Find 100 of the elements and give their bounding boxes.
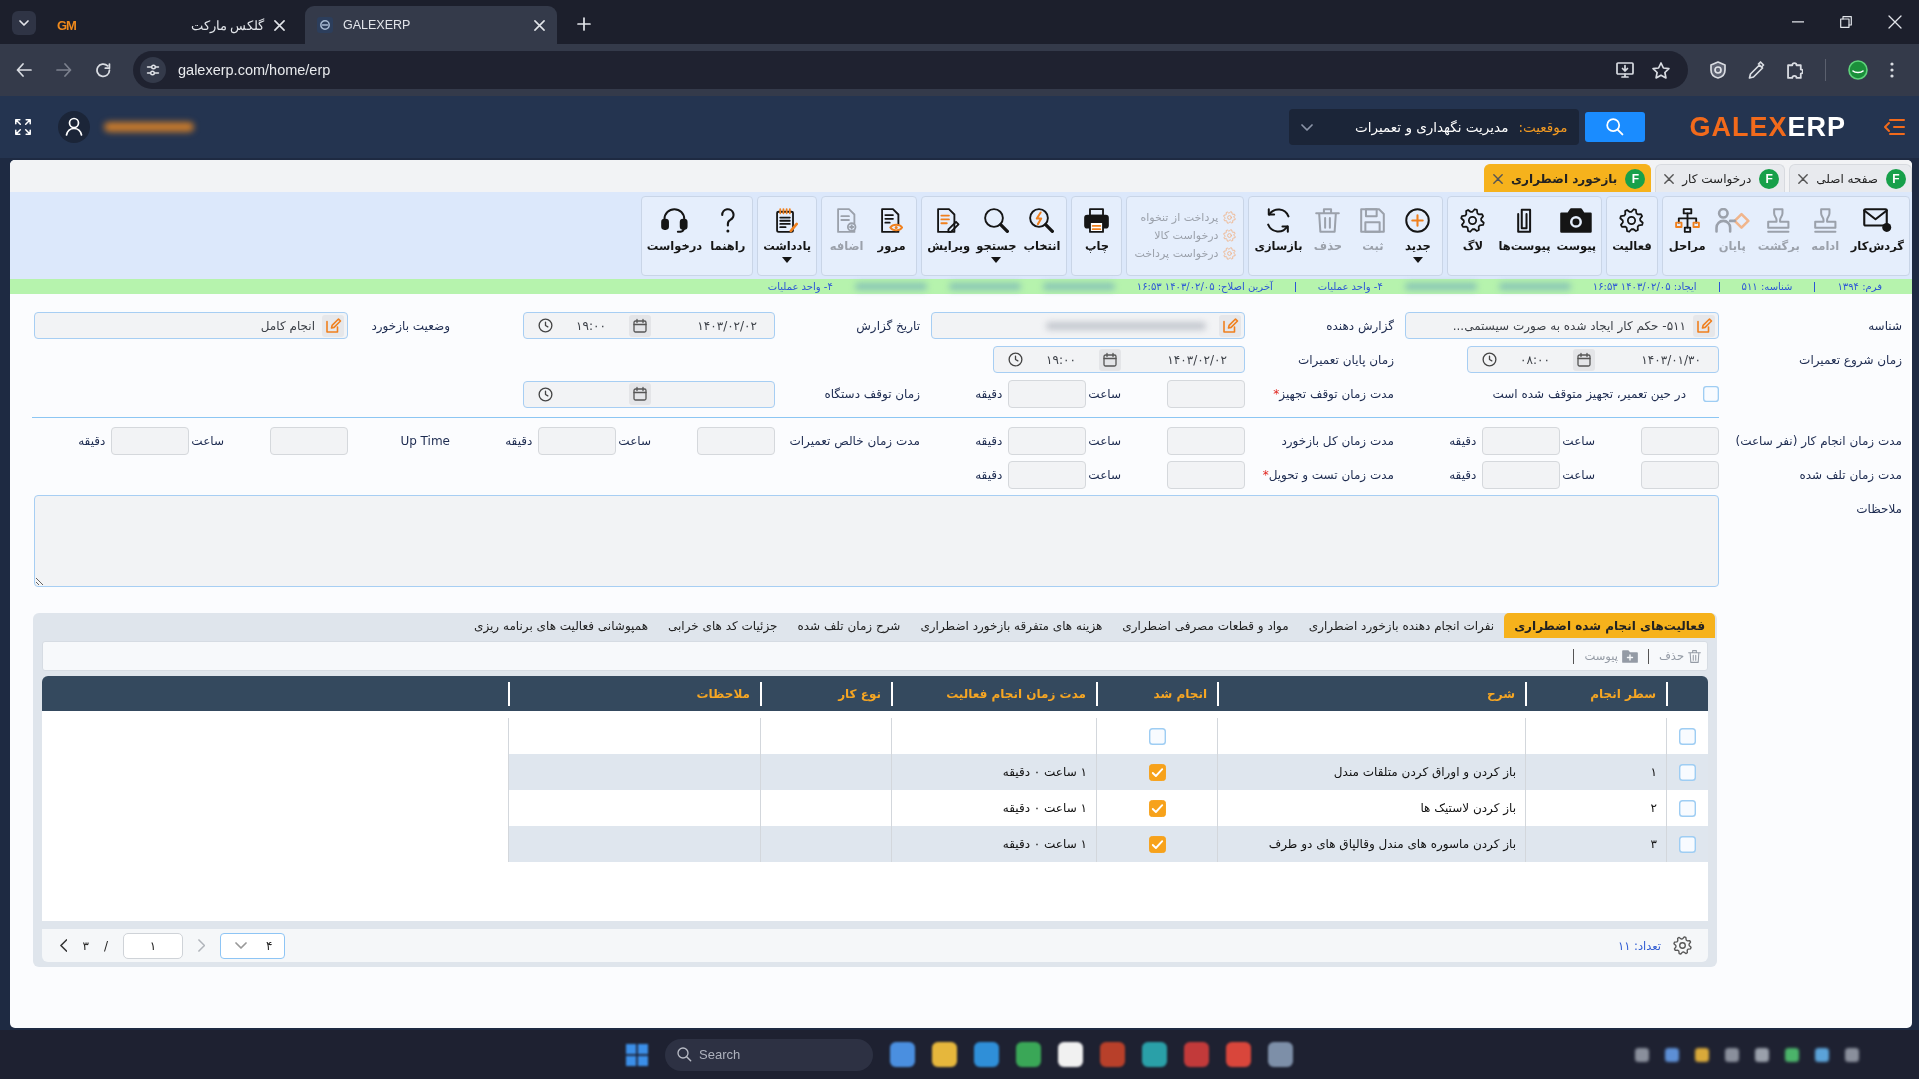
detail-tab[interactable]: شرح زمان تلف شده bbox=[787, 613, 911, 638]
app-icon[interactable] bbox=[974, 1042, 999, 1067]
toolbar-button[interactable]: جدید bbox=[1395, 198, 1441, 273]
app-icon[interactable] bbox=[1268, 1042, 1293, 1067]
toolbar-button[interactable]: گردش‌کار bbox=[1847, 198, 1907, 273]
toolbar-button[interactable]: جستجو bbox=[973, 198, 1020, 273]
hours-input[interactable] bbox=[1641, 427, 1719, 455]
shield-icon[interactable] bbox=[1710, 61, 1726, 79]
done-checkbox[interactable] bbox=[1148, 799, 1166, 817]
minimize-icon[interactable] bbox=[1792, 21, 1804, 23]
toolbar-button[interactable]: بازسازی bbox=[1251, 198, 1306, 273]
calendar-icon[interactable] bbox=[629, 383, 651, 405]
reload-icon[interactable] bbox=[96, 62, 111, 78]
detail-tab[interactable]: نفرات انجام دهنده بازخورد اضطراری bbox=[1298, 613, 1505, 638]
datetime-field[interactable]: ۱۴۰۳/۰۱/۳۰ ۰۸:۰۰ bbox=[1467, 346, 1719, 373]
profile-icon[interactable] bbox=[1848, 60, 1869, 80]
row-checkbox[interactable] bbox=[1679, 799, 1696, 817]
edit-icon[interactable] bbox=[322, 314, 344, 337]
app-icon[interactable] bbox=[1184, 1042, 1209, 1067]
hours-input[interactable] bbox=[1641, 461, 1719, 489]
column-header[interactable]: نوع کار bbox=[760, 681, 891, 706]
clock-icon[interactable] bbox=[1008, 352, 1023, 367]
done-checkbox[interactable] bbox=[1148, 835, 1166, 853]
app-icon[interactable] bbox=[932, 1042, 957, 1067]
page-input[interactable]: ۱ bbox=[122, 932, 183, 959]
more-icon[interactable] bbox=[1890, 62, 1895, 78]
hours-input[interactable] bbox=[270, 427, 348, 455]
search-button[interactable] bbox=[1585, 112, 1646, 142]
app-icon[interactable] bbox=[1142, 1042, 1167, 1067]
hours-input[interactable] bbox=[1167, 461, 1245, 489]
tray-icon[interactable] bbox=[1695, 1047, 1709, 1062]
toolbar-button[interactable]: ویرایش bbox=[924, 198, 974, 273]
toolbar-button[interactable]: فعالیت bbox=[1609, 198, 1655, 273]
detail-tab[interactable]: فعالیت‌های انجام شده اضطراری bbox=[1504, 613, 1715, 638]
location-field[interactable]: موقعیت: مدیریت نگهداری و تعمیرات bbox=[1289, 109, 1580, 145]
calendar-icon[interactable] bbox=[1099, 348, 1121, 371]
hours-input[interactable] bbox=[697, 427, 775, 455]
minutes-input[interactable] bbox=[538, 427, 617, 455]
tray-icon[interactable] bbox=[1755, 1047, 1769, 1062]
hours-input[interactable] bbox=[1167, 427, 1245, 455]
toolbar-button[interactable]: چاپ bbox=[1074, 198, 1120, 273]
start-icon[interactable] bbox=[626, 1043, 648, 1066]
edit-icon[interactable] bbox=[1219, 314, 1241, 337]
notes-field[interactable] bbox=[34, 495, 1719, 587]
datetime-field[interactable] bbox=[523, 380, 775, 408]
column-header[interactable]: شرح bbox=[1217, 681, 1525, 706]
toolbar-button[interactable]: یادداشت bbox=[760, 198, 815, 273]
column-header[interactable]: سطر انجام bbox=[1525, 681, 1666, 706]
page-size-select[interactable]: ۴ bbox=[220, 932, 286, 959]
column-header[interactable]: ملاحظات bbox=[508, 681, 760, 706]
toolbar-button[interactable]: پیوست‌ها bbox=[1495, 198, 1554, 273]
restore-icon[interactable] bbox=[1840, 16, 1852, 28]
tray-icon[interactable] bbox=[1815, 1047, 1829, 1062]
toolbar-button[interactable]: مرور bbox=[869, 198, 915, 273]
expand-icon[interactable] bbox=[14, 118, 32, 136]
toolbar-button[interactable]: راهنما bbox=[705, 198, 751, 273]
site-settings-icon[interactable] bbox=[140, 57, 166, 83]
clock-icon[interactable] bbox=[1482, 352, 1497, 367]
column-header[interactable]: انجام شد bbox=[1096, 681, 1217, 706]
app-icon[interactable] bbox=[890, 1042, 915, 1067]
row-checkbox[interactable] bbox=[1679, 763, 1696, 781]
datetime-field[interactable]: ۱۴۰۳/۰۲/۰۲ ۱۹:۰۰ bbox=[523, 312, 775, 339]
toolbar-button[interactable]: درخواست bbox=[643, 198, 706, 273]
close-icon[interactable] bbox=[1798, 173, 1809, 184]
pen-icon[interactable] bbox=[1748, 61, 1765, 79]
calendar-icon[interactable] bbox=[1573, 348, 1595, 371]
chevron-down-icon[interactable] bbox=[12, 11, 36, 35]
toolbar-button[interactable]: مراحل bbox=[1664, 198, 1710, 273]
toolbar-button[interactable]: لاگ bbox=[1450, 198, 1496, 273]
toolbar-button[interactable]: پیوست bbox=[1553, 198, 1600, 273]
gear-icon[interactable] bbox=[1673, 936, 1692, 955]
app-icon[interactable] bbox=[1226, 1042, 1251, 1067]
minutes-input[interactable] bbox=[1008, 427, 1087, 455]
detail-tab[interactable]: هزینه های متفرقه بازخورد اضطراری bbox=[910, 613, 1113, 638]
tray-icon[interactable] bbox=[1785, 1047, 1799, 1062]
lookup-field[interactable] bbox=[931, 312, 1245, 339]
detail-tab[interactable]: همپوشانی فعالیت های برنامه ریزی bbox=[464, 613, 658, 638]
minutes-input[interactable] bbox=[111, 427, 190, 455]
done-checkbox[interactable] bbox=[1148, 727, 1166, 745]
taskbar-search-field[interactable]: Search bbox=[665, 1038, 873, 1071]
detail-tab[interactable]: جزئیات کد های خرابی bbox=[657, 613, 788, 638]
app-icon[interactable] bbox=[1016, 1042, 1041, 1067]
hours-input[interactable] bbox=[1167, 380, 1245, 408]
edit-icon[interactable] bbox=[1693, 314, 1715, 337]
menu-icon[interactable] bbox=[1883, 118, 1905, 136]
minutes-input[interactable] bbox=[1482, 427, 1561, 455]
clock-icon[interactable] bbox=[538, 386, 553, 402]
app-icon[interactable] bbox=[1100, 1042, 1125, 1067]
tray-icon[interactable] bbox=[1635, 1047, 1649, 1062]
checkbox[interactable] bbox=[1703, 386, 1719, 402]
row-checkbox[interactable] bbox=[1679, 727, 1696, 745]
back-arrow-icon[interactable] bbox=[16, 63, 32, 77]
lookup-field[interactable]: انجام کامل bbox=[34, 312, 348, 339]
detail-tab[interactable]: مواد و قطعات مصرفی اضطراری bbox=[1112, 613, 1299, 638]
minutes-input[interactable] bbox=[1482, 461, 1561, 489]
column-header[interactable]: مدت زمان انجام فعالیت bbox=[891, 681, 1096, 706]
browser-tab[interactable]: GALEXERP bbox=[305, 6, 557, 44]
address-bar[interactable]: galexerp.com/home/erp bbox=[133, 51, 1688, 89]
install-icon[interactable] bbox=[1616, 62, 1634, 78]
avatar-icon[interactable] bbox=[58, 111, 90, 143]
